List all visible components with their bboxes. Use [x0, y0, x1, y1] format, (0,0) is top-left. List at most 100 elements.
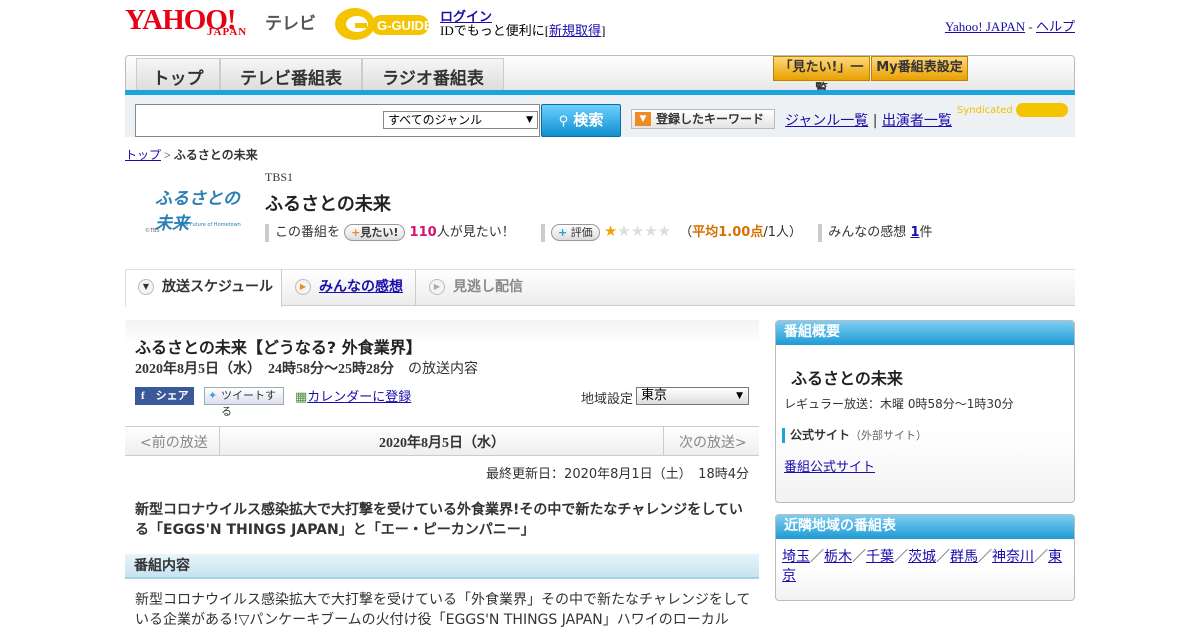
mitai-suffix: 人が見たい！	[436, 225, 515, 240]
rating-people: /1人）	[763, 225, 802, 240]
star-empty-icon: ★	[630, 222, 645, 240]
mitai-button-label: 見たい!	[360, 226, 399, 239]
register-link[interactable]: 新規取得	[549, 23, 601, 38]
id-prefix: IDでもっと便利に[	[440, 23, 550, 38]
plus-icon: +	[557, 226, 568, 239]
rating-stars: ★★★★★	[604, 222, 671, 240]
genre-select-value: すべてのジャンル	[388, 113, 483, 127]
yahoo-japan-logo-sub: JAPAN	[207, 26, 248, 38]
syndicated-gguide-logo: Syndicated	[957, 103, 1068, 117]
region-select[interactable]: 東京 ▼	[636, 387, 749, 405]
official-site-label: 公式サイト	[790, 428, 851, 442]
region-sep: ／	[978, 549, 992, 565]
mitai-count: 110	[409, 225, 437, 240]
program-thumbnail: ふるさとの未来 The Future of Hometown ©TBS	[145, 178, 245, 238]
prev-broadcast-link[interactable]: <前の放送	[140, 432, 208, 452]
tv-logo-text[interactable]: テレビ	[265, 9, 316, 34]
main-nav: トップ テレビ番組表 ラジオ番組表 「見たい!」一覧 My番組表設定	[125, 55, 1075, 97]
region-link-ibaraki[interactable]: 茨城	[908, 549, 936, 565]
thumb-subtitle: The Future of Hometown	[179, 222, 241, 228]
impressions-label: みんなの感想	[828, 225, 907, 240]
pager-divider	[663, 427, 664, 455]
id-benefit-text: IDでもっと便利に[新規取得]	[440, 20, 605, 39]
search-row: すべてのジャンル ▼ ⚲ 検索 ▼ 登録したキーワード ジャンル一覧 | 出演者一覧…	[125, 95, 1075, 137]
official-site-heading: 公式サイト（外部サイト）	[782, 428, 927, 443]
region-label: 地域設定	[581, 392, 634, 407]
program-content-body: 新型コロナウイルス感染拡大で大打撃を受けている「外食業界」その中で新たなチャレン…	[135, 592, 751, 628]
mitai-button[interactable]: +見たい!	[344, 224, 406, 241]
genre-select[interactable]: すべてのジャンル ▼	[383, 111, 538, 129]
tweet-button[interactable]: ✦ ツイートする	[204, 387, 284, 418]
tab-catchup-streaming[interactable]: ▶ 見逃し配信	[417, 270, 547, 306]
gguide-logo[interactable]: G-GUIDE	[333, 6, 433, 42]
episode-datetime-value: 2020年8月5日（水） 24時58分～25時28分	[135, 362, 394, 377]
region-link-saitama[interactable]: 埼玉	[782, 549, 810, 565]
region-link-gunma[interactable]: 群馬	[950, 549, 978, 565]
top-links-sep: -	[1025, 19, 1036, 34]
yahoo-japan-link[interactable]: Yahoo! JAPAN	[945, 19, 1025, 34]
nav-tab-radio-guide[interactable]: ラジオ番組表	[362, 58, 504, 91]
region-link-chiba[interactable]: 千葉	[866, 549, 894, 565]
region-sep: ／	[894, 549, 908, 565]
rating-button-label: 評価	[570, 226, 593, 239]
nearby-regions-box: 近隣地域の番組表 埼玉／栃木／千葉／茨城／群馬／神奈川／東京	[775, 514, 1075, 601]
impressions-suffix: 件	[919, 225, 933, 240]
chevron-down-icon: ▼	[736, 391, 743, 401]
tab-broadcast-schedule-label: 放送スケジュール	[162, 279, 274, 295]
performer-list-link[interactable]: 出演者一覧	[882, 113, 952, 129]
overview-box: 番組概要 ふるさとの未来 レギュラー放送：木曜 0時58分～1時30分 公式サイ…	[775, 320, 1075, 503]
play-icon: ▶	[295, 279, 311, 295]
top-links: Yahoo! JAPAN - ヘルプ	[945, 16, 1075, 35]
breadcrumb: トップ > ふるさとの未来	[125, 146, 258, 163]
plus-icon: +	[351, 226, 361, 239]
search-links-sep: |	[872, 113, 878, 129]
pager-divider	[219, 427, 220, 455]
my-guide-settings-button[interactable]: My番組表設定	[871, 56, 968, 81]
calendar-register-link[interactable]: カレンダーに登録	[307, 390, 411, 405]
region-select-value: 東京	[641, 388, 668, 403]
twitter-bird-icon: ✦	[208, 389, 218, 402]
genre-list-link[interactable]: ジャンル一覧	[785, 113, 868, 129]
gguide-logo-text: G-GUIDE	[377, 18, 433, 33]
tab-broadcast-schedule[interactable]: ▼ 放送スケジュール	[125, 270, 282, 307]
episode-datetime: 2020年8月5日（水） 24時58分～25時28分 の放送内容	[135, 358, 478, 378]
next-broadcast-link[interactable]: 次の放送>	[679, 432, 747, 452]
program-title: ふるさとの未来	[265, 194, 391, 215]
star-empty-icon: ★	[644, 222, 658, 240]
nearby-regions-list: 埼玉／栃木／千葉／茨城／群馬／神奈川／東京	[782, 548, 1070, 586]
mitai-list-button[interactable]: 「見たい!」一覧	[773, 56, 870, 97]
facebook-share-button[interactable]: f シェア	[135, 387, 194, 405]
official-site-link[interactable]: 番組公式サイト	[784, 456, 875, 475]
calendar-register: ▦カレンダーに登録	[295, 386, 411, 405]
help-link[interactable]: ヘルプ	[1036, 19, 1075, 34]
gguide-mini-logo-icon	[1015, 103, 1068, 117]
syndicated-label: Syndicated	[957, 105, 1013, 116]
nav-tab-top[interactable]: トップ	[136, 58, 220, 91]
region-sep: ／	[936, 549, 950, 565]
search-button[interactable]: ⚲ 検索	[541, 104, 621, 137]
registered-keywords-label: 登録したキーワード	[656, 112, 765, 126]
breadcrumb-top-link[interactable]: トップ	[125, 148, 161, 162]
id-suffix: ]	[601, 23, 606, 38]
thumb-credit: ©TBS	[145, 228, 160, 234]
region-link-kanagawa[interactable]: 神奈川	[992, 549, 1034, 565]
meta-separator	[818, 223, 823, 242]
channel-name: TBS1	[265, 170, 294, 184]
this-program-label: この番組を	[275, 225, 341, 240]
search-button-label: 検索	[573, 111, 604, 129]
program-meta-row: この番組を +見たい! 110人が見たい！ + 評価 ★★★★★ （平均1.00…	[265, 220, 933, 242]
tab-impressions-link[interactable]: みんなの感想	[319, 279, 403, 295]
play-icon: ▶	[429, 279, 445, 295]
official-site-note: （外部サイト）	[850, 429, 928, 442]
program-content-heading: 番組内容	[125, 554, 759, 579]
tab-impressions[interactable]: ▶ みんなの感想	[283, 270, 416, 306]
calendar-icon: ▦	[295, 390, 308, 405]
rating-button[interactable]: + 評価	[550, 224, 600, 241]
registered-keywords-button[interactable]: ▼ 登録したキーワード	[631, 109, 775, 129]
star-empty-icon: ★	[617, 222, 631, 240]
tweet-label: ツイートする	[221, 389, 276, 418]
region-link-tochigi[interactable]: 栃木	[824, 549, 852, 565]
meta-separator	[540, 223, 545, 242]
nav-tab-tv-guide[interactable]: テレビ番組表	[220, 58, 362, 91]
facebook-share-label: シェア	[155, 389, 189, 402]
